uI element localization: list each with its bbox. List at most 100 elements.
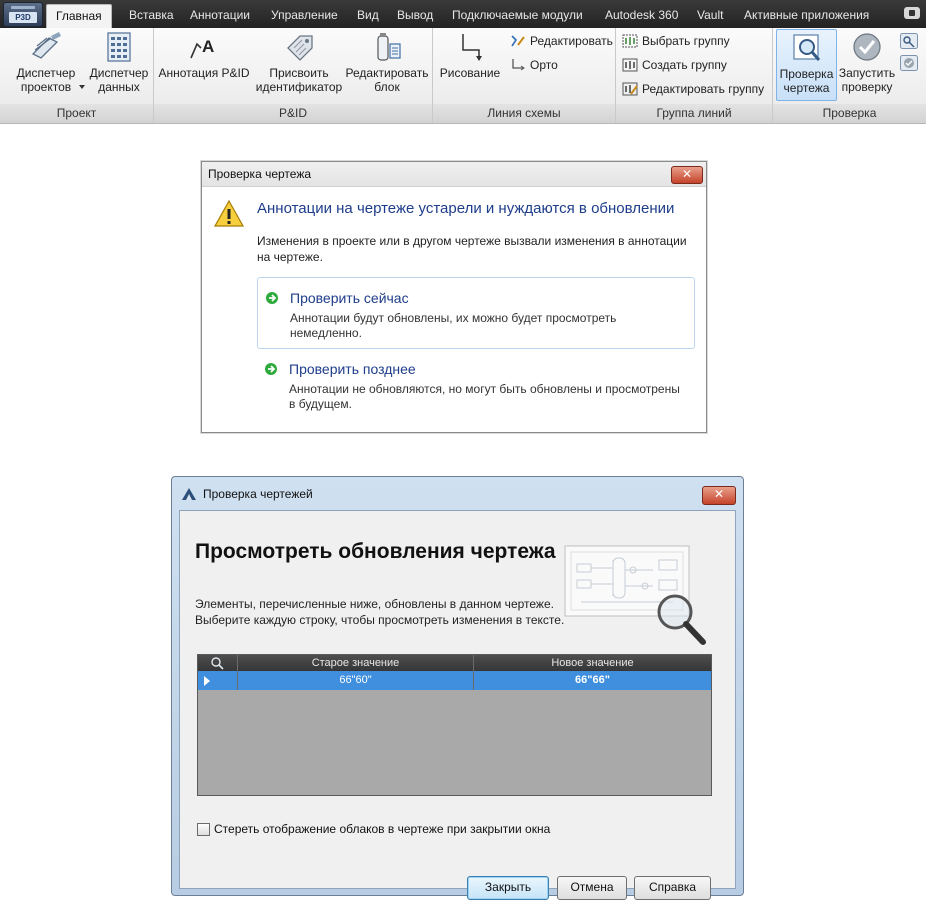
close-button[interactable]: ✕ xyxy=(702,486,736,505)
tab-featured-apps[interactable]: Активные приложения xyxy=(744,5,869,26)
ribbon-tab-bar: P3D Главная Вставка Аннотации Управление… xyxy=(0,0,926,29)
validate-now-option[interactable]: Проверить сейчас Аннотации будут обновле… xyxy=(257,277,695,349)
ortho-icon xyxy=(510,58,526,72)
dialog-description: Элементы, перечисленные ниже, обновлены … xyxy=(195,596,567,628)
validate-later-description: Аннотации не обновляются, но могут быть … xyxy=(289,382,680,411)
clear-clouds-checkbox[interactable] xyxy=(197,823,210,836)
edit-group-icon xyxy=(622,82,638,96)
tab-annotate[interactable]: Аннотации xyxy=(190,5,250,26)
magnifier-icon xyxy=(210,657,224,670)
report-icon[interactable] xyxy=(900,55,918,71)
edit-group-button[interactable]: Редактировать группу xyxy=(622,80,764,98)
select-group-label: Выбрать группу xyxy=(642,34,730,48)
draw-line-button[interactable]: Рисование xyxy=(438,32,502,80)
table-row[interactable]: 66"60" 66"66" xyxy=(198,671,711,690)
dialog-title: Проверка чертежей xyxy=(203,487,313,501)
ortho-label: Орто xyxy=(530,58,558,72)
project-manager-button[interactable]: Диспетчер проектов xyxy=(12,32,80,94)
tab-insert[interactable]: Вставка xyxy=(129,5,174,26)
edit-block-button[interactable]: Редактировать блок xyxy=(344,32,430,94)
dialog-description: Изменения в проекте или в другом чертеже… xyxy=(257,234,687,264)
dialog-heading: Просмотреть обновления чертежа xyxy=(195,540,556,563)
new-value-column-header[interactable]: Новое значение xyxy=(474,655,711,671)
project-manager-label: Диспетчер проектов xyxy=(16,66,76,94)
application-menu-button[interactable]: P3D xyxy=(3,2,43,27)
data-manager-button[interactable]: Диспетчер данных xyxy=(87,32,151,94)
tab-plugins[interactable]: Подключаемые модули xyxy=(452,5,583,26)
dialog-content: Просмотреть обновления чертежа Элементы,… xyxy=(179,510,736,900)
description-line-2: Выберите каждую строку, чтобы просмотрет… xyxy=(195,613,565,627)
validate-later-title: Проверить позднее xyxy=(289,361,416,377)
ortho-button[interactable]: Орто xyxy=(510,56,558,74)
old-value-cell: 66"60" xyxy=(339,674,372,686)
validation-prompt-dialog: Проверка чертежа ✕ Аннотации на чертеже … xyxy=(201,161,707,433)
app-logo-icon xyxy=(11,6,35,9)
clear-clouds-label: Стереть отображение облаков в чертеже пр… xyxy=(214,822,551,836)
draw-line-label: Рисование xyxy=(439,66,501,80)
new-value-cell: 66"66" xyxy=(575,674,610,686)
green-arrow-icon xyxy=(265,291,279,305)
edit-line-button[interactable]: Редактировать xyxy=(510,32,613,50)
close-dialog-button[interactable]: Закрыть xyxy=(467,876,549,900)
pid-annotation-button[interactable]: A Аннотация P&ID xyxy=(157,32,251,80)
app-logo-icon xyxy=(181,487,197,501)
project-manager-icon xyxy=(29,32,63,62)
help-button[interactable]: Справка xyxy=(634,876,711,900)
dialog-heading: Аннотации на чертеже устарели и нуждаютс… xyxy=(257,200,675,217)
run-check-label: Запустить проверку xyxy=(838,66,896,94)
dialog-title: Проверка чертежа xyxy=(208,167,312,181)
group-label-pid: P&ID xyxy=(278,106,307,120)
settings-key-icon[interactable] xyxy=(900,33,918,49)
green-arrow-icon xyxy=(264,362,278,376)
edit-block-icon xyxy=(370,32,404,62)
edit-block-label: Редактировать блок xyxy=(345,66,429,94)
tab-autodesk-360[interactable]: Autodesk 360 xyxy=(605,5,678,26)
check-drawing-button[interactable]: Проверка чертежа xyxy=(776,29,837,101)
close-button[interactable]: ✕ xyxy=(671,166,703,184)
select-group-icon xyxy=(622,34,638,48)
check-circle-icon xyxy=(850,32,884,62)
create-group-button[interactable]: Создать группу xyxy=(622,56,727,74)
tab-home[interactable]: Главная xyxy=(46,4,112,29)
column-divider xyxy=(237,655,238,690)
row-pointer-icon xyxy=(204,676,210,686)
create-group-icon xyxy=(622,58,638,72)
chevron-down-icon[interactable] xyxy=(79,85,85,89)
validate-now-title: Проверить сейчас xyxy=(290,290,409,306)
edit-line-label: Редактировать xyxy=(530,34,613,48)
dialog-titlebar: Проверка чертежа ✕ xyxy=(202,162,706,187)
review-updates-dialog: Проверка чертежей ✕ Просмотреть обновлен… xyxy=(171,476,744,900)
assign-tag-button[interactable]: Присвоить идентификатор xyxy=(254,32,344,94)
pid-annotation-label: Аннотация P&ID xyxy=(158,66,250,80)
zoom-column-header[interactable] xyxy=(198,655,237,671)
row-selector xyxy=(198,671,237,690)
validate-later-option[interactable]: Проверить позднее Аннотации не обновляют… xyxy=(257,349,693,419)
cancel-button[interactable]: Отмена xyxy=(557,876,627,900)
edit-group-label: Редактировать группу xyxy=(642,82,765,96)
tab-view[interactable]: Вид xyxy=(357,5,379,26)
check-drawing-label: Проверка чертежа xyxy=(779,67,834,95)
updates-table: Старое значение Новое значение 66"60" 66… xyxy=(197,654,712,796)
tab-vault[interactable]: Vault xyxy=(697,5,723,26)
run-check-button[interactable]: Запустить проверку xyxy=(838,32,896,94)
column-divider xyxy=(473,655,474,690)
tab-manage[interactable]: Управление xyxy=(271,5,338,26)
assign-tag-label: Присвоить идентификатор xyxy=(255,66,343,94)
app-badge: P3D xyxy=(9,12,37,23)
old-value-column-header[interactable]: Старое значение xyxy=(238,655,473,671)
ribbon-minimize-icon[interactable] xyxy=(904,7,920,19)
edit-line-icon xyxy=(510,34,526,48)
group-label-validate: Проверка xyxy=(822,106,877,120)
data-manager-icon xyxy=(102,32,136,62)
tag-icon xyxy=(282,32,316,62)
magnifier-icon xyxy=(790,33,824,63)
tab-output[interactable]: Вывод xyxy=(397,5,433,26)
table-header: Старое значение Новое значение xyxy=(198,655,711,671)
create-group-label: Создать группу xyxy=(642,58,727,72)
ribbon: P3D Главная Вставка Аннотации Управление… xyxy=(0,0,926,124)
select-group-button[interactable]: Выбрать группу xyxy=(622,32,730,50)
warning-icon xyxy=(213,199,245,228)
pid-annotation-icon: A xyxy=(187,32,221,62)
drawing-magnifier-graphic xyxy=(563,540,713,650)
group-label-schematic-line: Линия схемы xyxy=(487,106,561,120)
